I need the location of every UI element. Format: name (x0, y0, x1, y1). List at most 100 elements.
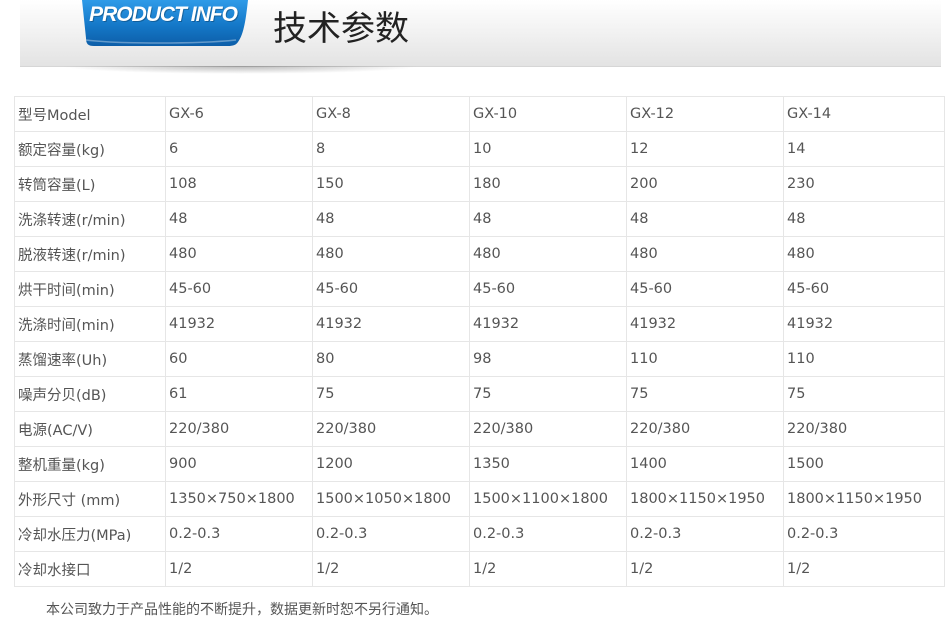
value-cell: 45-60 (783, 271, 945, 307)
value-cell: 180 (469, 166, 627, 202)
value-cell: 0.2-0.3 (165, 516, 313, 552)
value-cell: 41932 (165, 306, 313, 342)
table-row: 冷却水压力(MPa) 0.2-0.3 0.2-0.3 0.2-0.3 0.2-0.3 0.… (14, 516, 945, 552)
value-cell: 61 (165, 376, 313, 412)
product-info-badge: PRODUCT INFO (78, 0, 258, 46)
value-cell: 1/2 (469, 551, 627, 587)
row-label-cell: 整机重量(kg) (14, 446, 166, 482)
value-cell: 220/380 (469, 411, 627, 447)
row-label-cell: 额定容量(kg) (14, 131, 166, 167)
value-cell: 1/2 (626, 551, 784, 587)
value-cell: 220/380 (626, 411, 784, 447)
value-cell: 98 (469, 341, 627, 377)
value-cell: 41932 (469, 306, 627, 342)
value-cell: GX-8 (312, 96, 470, 132)
row-label-cell: 洗涤转速(r/min) (14, 201, 166, 237)
row-label-cell: 冷却水接口 (14, 551, 166, 587)
value-cell: 110 (626, 341, 784, 377)
value-cell: 0.2-0.3 (312, 516, 470, 552)
table-row: 电源(AC/V) 220/380 220/380 220/380 220/380 220/… (14, 411, 945, 447)
value-cell: 1500 (783, 446, 945, 482)
value-cell: 48 (165, 201, 313, 237)
value-cell: 0.2-0.3 (783, 516, 945, 552)
value-cell: 230 (783, 166, 945, 202)
footnote: 本公司致力于产品性能的不断提升，数据更新时恕不另行通知。 (46, 602, 438, 618)
table-row: 整机重量(kg) 900 1200 1350 1400 1500 (14, 446, 945, 482)
table-row: 烘干时间(min) 45-60 45-60 45-60 45-60 45-60 (14, 271, 945, 307)
value-cell: 480 (626, 236, 784, 272)
table-row: 冷却水接口 1/2 1/2 1/2 1/2 1/2 (14, 551, 945, 587)
value-cell: 900 (165, 446, 313, 482)
value-cell: 480 (469, 236, 627, 272)
value-cell: 48 (626, 201, 784, 237)
value-cell: 480 (312, 236, 470, 272)
row-label-cell: 烘干时间(min) (14, 271, 166, 307)
value-cell: 1/2 (312, 551, 470, 587)
row-label-cell: 冷却水压力(MPa) (14, 516, 166, 552)
value-cell: 48 (783, 201, 945, 237)
header-shadow (60, 66, 420, 74)
table-row: 蒸馏速率(Uh) 60 80 98 110 110 (14, 341, 945, 377)
value-cell: 45-60 (626, 271, 784, 307)
value-cell: 0.2-0.3 (626, 516, 784, 552)
row-label-cell: 洗涤时间(min) (14, 306, 166, 342)
value-cell: 0.2-0.3 (469, 516, 627, 552)
spec-table-body: 型号Model GX-6 GX-8 GX-10 GX-12 GX-14 额定容量(kg) 6 8… (14, 96, 945, 587)
table-row: 转筒容量(L) 108 150 180 200 230 (14, 166, 945, 202)
table-row: 外形尺寸 (mm) 1350×750×1800 1500×1050×1800 1500… (14, 481, 945, 517)
value-cell: 220/380 (165, 411, 313, 447)
value-cell: 8 (312, 131, 470, 167)
value-cell: 108 (165, 166, 313, 202)
value-cell: 41932 (783, 306, 945, 342)
value-cell: 110 (783, 341, 945, 377)
page-title: 技术参数 (273, 9, 409, 49)
value-cell: 12 (626, 131, 784, 167)
table-row: 洗涤时间(min) 41932 41932 41932 41932 41932 (14, 306, 945, 342)
value-cell: 45-60 (312, 271, 470, 307)
row-label-cell: 型号Model (14, 96, 166, 132)
row-label-cell: 蒸馏速率(Uh) (14, 341, 166, 377)
value-cell: 1500×1100×1800 (469, 481, 627, 517)
value-cell: 1350×750×1800 (165, 481, 313, 517)
value-cell: 200 (626, 166, 784, 202)
value-cell: 45-60 (165, 271, 313, 307)
value-cell: 75 (469, 376, 627, 412)
value-cell: 75 (783, 376, 945, 412)
value-cell: 220/380 (312, 411, 470, 447)
row-label-cell: 脱液转速(r/min) (14, 236, 166, 272)
table-row: 额定容量(kg) 6 8 10 12 14 (14, 131, 945, 167)
value-cell: 1/2 (165, 551, 313, 587)
table-row: 洗涤转速(r/min) 48 48 48 48 48 (14, 201, 945, 237)
value-cell: 45-60 (469, 271, 627, 307)
value-cell: 14 (783, 131, 945, 167)
value-cell: 80 (312, 341, 470, 377)
value-cell: 6 (165, 131, 313, 167)
value-cell: 220/380 (783, 411, 945, 447)
row-label-cell: 外形尺寸 (mm) (14, 481, 166, 517)
value-cell: GX-10 (469, 96, 627, 132)
value-cell: 480 (783, 236, 945, 272)
value-cell: 1/2 (783, 551, 945, 587)
value-cell: 1800×1150×1950 (783, 481, 945, 517)
value-cell: 75 (626, 376, 784, 412)
value-cell: 48 (469, 201, 627, 237)
value-cell: 48 (312, 201, 470, 237)
value-cell: GX-6 (165, 96, 313, 132)
value-cell: GX-14 (783, 96, 945, 132)
value-cell: 75 (312, 376, 470, 412)
spec-table: 型号Model GX-6 GX-8 GX-10 GX-12 GX-14 额定容量(kg) 6 8… (14, 96, 945, 587)
row-label-cell: 噪声分贝(dB) (14, 376, 166, 412)
value-cell: 480 (165, 236, 313, 272)
value-cell: 41932 (312, 306, 470, 342)
value-cell: GX-12 (626, 96, 784, 132)
table-row: 噪声分贝(dB) 61 75 75 75 75 (14, 376, 945, 412)
table-row: 脱液转速(r/min) 480 480 480 480 480 (14, 236, 945, 272)
value-cell: 10 (469, 131, 627, 167)
badge-label: PRODUCT INFO (89, 3, 238, 26)
row-label-cell: 电源(AC/V) (14, 411, 166, 447)
value-cell: 1200 (312, 446, 470, 482)
table-row: 型号Model GX-6 GX-8 GX-10 GX-12 GX-14 (14, 96, 945, 132)
value-cell: 1400 (626, 446, 784, 482)
row-label-cell: 转筒容量(L) (14, 166, 166, 202)
value-cell: 150 (312, 166, 470, 202)
